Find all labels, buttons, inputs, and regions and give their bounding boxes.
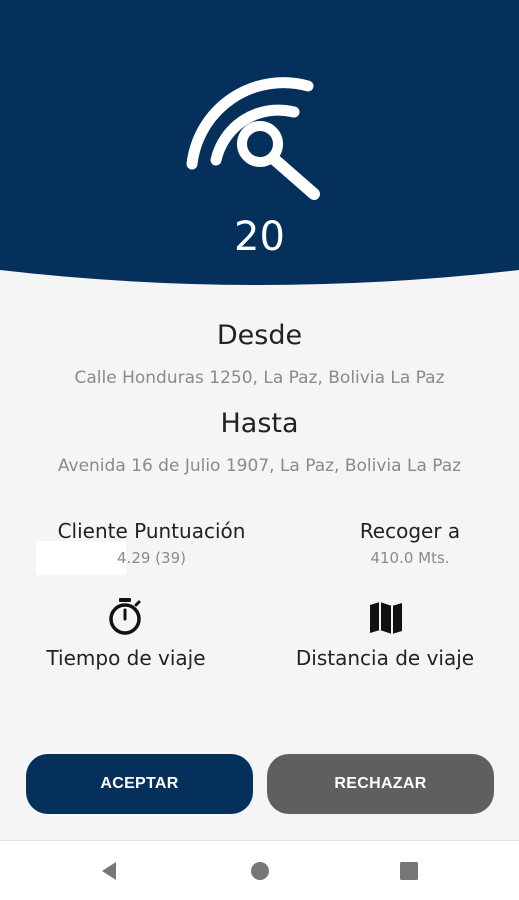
to-address: Avenida 16 de Julio 1907, La Paz, Bolivi… (57, 456, 462, 476)
back-triangle-icon[interactable] (98, 860, 120, 882)
system-navigation-bar (0, 840, 519, 900)
recents-square-icon[interactable] (398, 860, 420, 882)
header-banner: 20 (0, 0, 519, 300)
from-title: Desde (216, 320, 303, 351)
client-rating-value: 4.29 (39) (117, 549, 186, 567)
travel-time-label: Tiempo de viaje (46, 646, 206, 670)
stopwatch-icon (109, 598, 141, 635)
from-address: Calle Honduras 1250, La Paz, Bolivia La … (74, 368, 445, 388)
reject-button[interactable]: RECHAZAR (267, 754, 494, 814)
travel-distance-label: Distancia de viaje (295, 646, 475, 670)
accept-button[interactable]: ACEPTAR (26, 754, 253, 814)
to-title: Hasta (220, 408, 299, 439)
radar-search-icon (186, 77, 320, 200)
countdown-timer: 20 (234, 214, 285, 260)
home-circle-icon[interactable] (249, 860, 271, 882)
trip-request-screen: 20 Desde Calle Honduras 1250, La Paz, Bo… (0, 0, 519, 900)
map-icon (370, 602, 402, 634)
pickup-distance-value: 410.0 Mts. (370, 549, 450, 567)
pickup-label: Recoger a (359, 519, 461, 543)
client-rating-label: Cliente Puntuación (57, 519, 246, 543)
